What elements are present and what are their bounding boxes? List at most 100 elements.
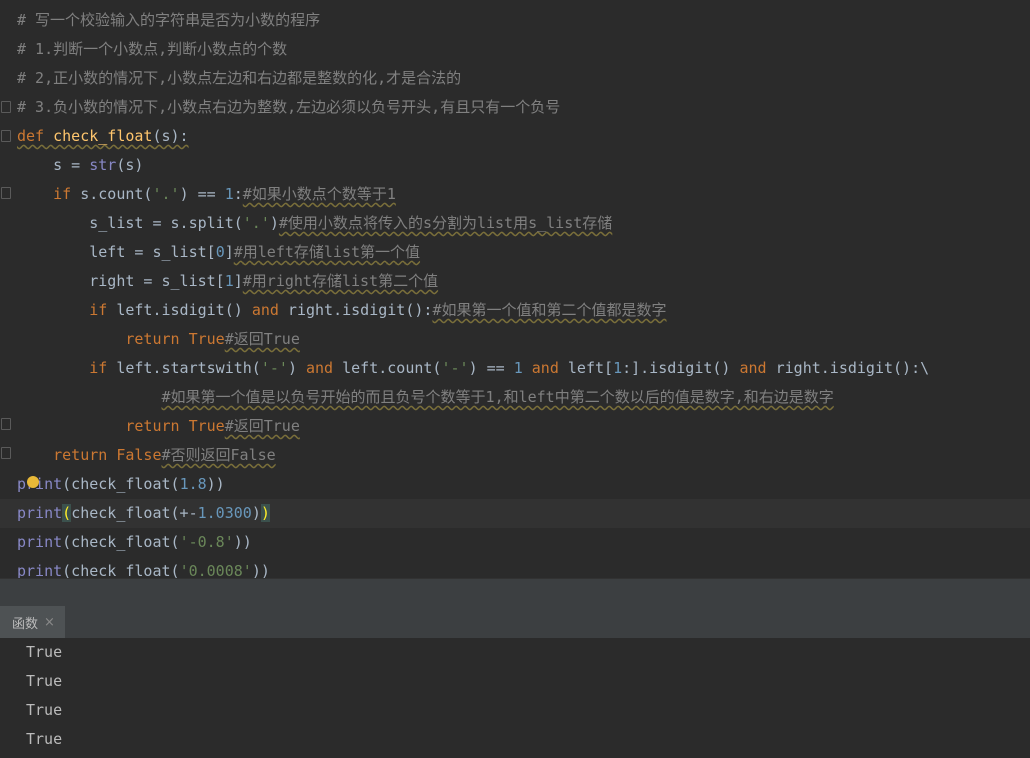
code-line-11[interactable]: if left.isdigit() and right.isdigit():#如… bbox=[17, 296, 1030, 325]
code-line-8[interactable]: s_list = s.split('.')#使用小数点将传入的s分割为list用… bbox=[17, 209, 1030, 238]
close-icon[interactable]: × bbox=[44, 615, 55, 630]
string-token: '0.0008' bbox=[179, 562, 252, 578]
code-line-1[interactable]: # 写一个校验输入的字符串是否为小数的程序 bbox=[17, 6, 1030, 35]
run-console-output[interactable]: True True True True bbox=[0, 638, 1030, 758]
code-token: (check_float( bbox=[62, 562, 180, 578]
code-line-17[interactable]: print(check_float(1.8)) bbox=[17, 470, 1030, 499]
code-line-14[interactable]: #如果第一个值是以负号开始的而且负号个数等于1,和left中第二个数以后的值是数… bbox=[17, 383, 1030, 412]
number-token: 0 bbox=[215, 243, 225, 261]
code-token: )) bbox=[251, 562, 270, 578]
code-line-9[interactable]: left = s_list[0]#用left存储list第一个值 bbox=[17, 238, 1030, 267]
fold-marker-icon[interactable] bbox=[1, 130, 11, 142]
code-token: s.count( bbox=[71, 185, 153, 203]
string-token: '.' bbox=[152, 185, 180, 203]
code-line-6[interactable]: s = str(s) bbox=[17, 151, 1030, 180]
code-token: right = s_list[ bbox=[17, 272, 225, 290]
code-token: left.isdigit() bbox=[107, 301, 252, 319]
code-token: ) == bbox=[179, 185, 225, 203]
comment-token: #如果小数点个数等于1 bbox=[242, 185, 396, 203]
panel-divider[interactable] bbox=[0, 578, 1030, 607]
console-line: True bbox=[26, 643, 63, 661]
code-line-16[interactable]: return False#否则返回False bbox=[17, 441, 1030, 470]
code-token: )) bbox=[233, 533, 252, 551]
fold-marker-icon[interactable] bbox=[1, 187, 11, 199]
number-token: 1.8 bbox=[179, 475, 207, 493]
code-line-20[interactable]: print(check_float('0.0008')) bbox=[17, 557, 1030, 578]
code-token: : bbox=[233, 185, 243, 203]
builtin-token: print bbox=[17, 504, 63, 522]
keyword: def bbox=[17, 127, 45, 145]
code-line-4[interactable]: # 3.负小数的情况下,小数点右边为整数,左边必须以负号开头,有且只有一个负号 bbox=[17, 93, 1030, 122]
code-editor[interactable]: # 写一个校验输入的字符串是否为小数的程序 # 1.判断一个小数点,判断小数点的… bbox=[0, 0, 1030, 578]
code-line-19[interactable]: print(check_float('-0.8')) bbox=[17, 528, 1030, 557]
code-token: ) bbox=[287, 359, 306, 377]
code-line-3[interactable]: # 2,正小数的情况下,小数点左边和右边都是整数的化,才是合法的 bbox=[17, 64, 1030, 93]
code-token: (check_float( bbox=[62, 533, 180, 551]
keyword: False bbox=[107, 446, 162, 464]
code-line-10[interactable]: right = s_list[1]#用right存储list第二个值 bbox=[17, 267, 1030, 296]
keyword: if bbox=[17, 359, 108, 377]
code-token: s = bbox=[17, 156, 90, 174]
brace-match: ( bbox=[62, 504, 72, 522]
code-line-18[interactable]: print(check_float(+-1.0300)) bbox=[0, 499, 1030, 528]
code-token: left.startswith( bbox=[107, 359, 261, 377]
comment-token: #返回True bbox=[224, 417, 300, 435]
code-line-15[interactable]: return True#返回True bbox=[17, 412, 1030, 441]
brace-match: ) bbox=[260, 504, 270, 522]
keyword: if bbox=[17, 185, 72, 203]
code-token: (check_float( bbox=[62, 475, 180, 493]
code-token: :].isdigit() bbox=[622, 359, 740, 377]
code-token: left[ bbox=[558, 359, 614, 377]
code-token: )) bbox=[206, 475, 225, 493]
string-token: '-' bbox=[441, 359, 469, 377]
number-token: 1 bbox=[224, 185, 234, 203]
code-token: left = s_list[ bbox=[17, 243, 216, 261]
code-line-13[interactable]: if left.startswith('-') and left.count('… bbox=[17, 354, 1030, 383]
comment-token: #否则返回False bbox=[161, 446, 276, 464]
code-token: ] bbox=[233, 272, 243, 290]
number-token: 1 bbox=[513, 359, 523, 377]
code-token: ] bbox=[224, 243, 234, 261]
keyword: and bbox=[306, 359, 334, 377]
code-token: ) == bbox=[468, 359, 514, 377]
console-line: True bbox=[26, 672, 63, 690]
builtin-token: print bbox=[17, 475, 63, 493]
fold-marker-icon[interactable] bbox=[1, 101, 11, 113]
console-line: True bbox=[26, 701, 63, 719]
string-token: '.' bbox=[242, 214, 270, 232]
comment-token: #如果第一个值是以负号开始的而且负号个数等于1,和left中第二个数以后的值是数… bbox=[161, 388, 834, 406]
code-line-2[interactable]: # 1.判断一个小数点,判断小数点的个数 bbox=[17, 35, 1030, 64]
code-token: (s) bbox=[116, 156, 144, 174]
comment-token: #如果第一个值和第二个值都是数字 bbox=[432, 301, 667, 319]
number-token: 1.0300 bbox=[197, 504, 252, 522]
fold-marker-icon[interactable] bbox=[1, 447, 11, 459]
keyword: return bbox=[17, 330, 180, 348]
number-token: 1 bbox=[224, 272, 234, 290]
fold-marker-icon[interactable] bbox=[1, 418, 11, 430]
code-token: right.isdigit():\ bbox=[766, 359, 930, 377]
run-tab[interactable]: 函数 × bbox=[0, 606, 65, 638]
code-token: (s): bbox=[152, 127, 189, 145]
run-tab-label: 函数 bbox=[12, 616, 39, 632]
lightbulb-icon[interactable] bbox=[27, 476, 39, 488]
keyword: and bbox=[251, 301, 279, 319]
builtin-token: str bbox=[89, 156, 117, 174]
code-line-5[interactable]: def check_float(s): bbox=[17, 122, 1030, 151]
keyword: and bbox=[531, 359, 559, 377]
builtin-token: print bbox=[17, 533, 63, 551]
string-token: '-' bbox=[260, 359, 288, 377]
keyword: return bbox=[17, 446, 108, 464]
comment-token: #返回True bbox=[224, 330, 300, 348]
code-line-12[interactable]: return True#返回True bbox=[17, 325, 1030, 354]
keyword: return bbox=[17, 417, 180, 435]
code-token: check_float(+- bbox=[71, 504, 198, 522]
console-line: True bbox=[26, 730, 63, 748]
code-token: ) bbox=[269, 214, 279, 232]
function-name: check_float bbox=[53, 127, 153, 145]
keyword: and bbox=[739, 359, 767, 377]
run-tool-window-tabs: 函数 × bbox=[0, 606, 1030, 639]
keyword: True bbox=[179, 417, 225, 435]
code-line-7[interactable]: if s.count('.') == 1:#如果小数点个数等于1 bbox=[17, 180, 1030, 209]
